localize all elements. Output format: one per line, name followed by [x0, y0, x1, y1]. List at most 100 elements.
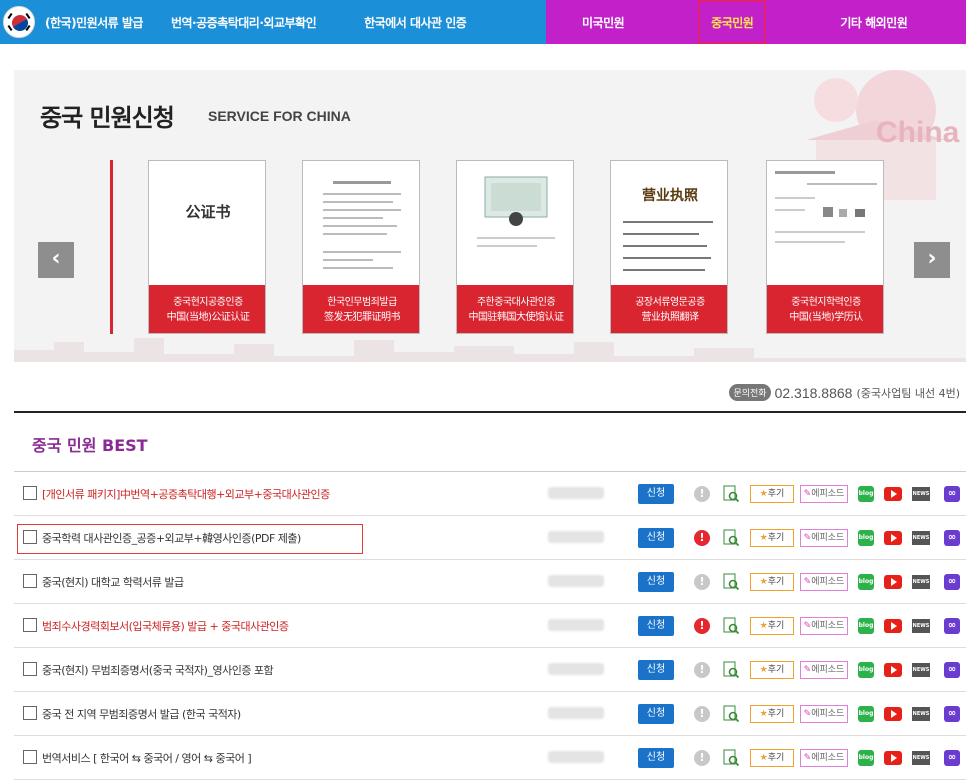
- review-button[interactable]: ★후기: [750, 485, 794, 503]
- link-icon[interactable]: ∞: [944, 530, 960, 546]
- link-icon[interactable]: ∞: [944, 662, 960, 678]
- news-icon[interactable]: NEWS: [912, 707, 930, 721]
- card-caption: 한국인무범죄발급 签发无犯罪证明书: [303, 285, 419, 333]
- carousel-card-education-cert[interactable]: 중국현지학력인증 中国(当地)学历认: [766, 160, 884, 334]
- card-caption-zh: 营业执照翻译: [641, 312, 700, 323]
- blog-icon[interactable]: blog: [858, 662, 874, 678]
- episode-label: 에피소드: [811, 577, 845, 587]
- document-search-icon[interactable]: [722, 617, 740, 635]
- link-icon[interactable]: ∞: [944, 486, 960, 502]
- carousel-card-notary[interactable]: 公证书 중국현지공증인증 中国(当地)公证认证: [148, 160, 266, 334]
- row-checkbox[interactable]: [23, 750, 37, 764]
- carousel-card-criminal-record[interactable]: 한국인무범죄발급 签发无犯罪证明书: [302, 160, 420, 334]
- info-icon[interactable]: !: [694, 662, 710, 678]
- episode-button[interactable]: ✎에피소드: [800, 485, 848, 503]
- nav-item-korea-docs[interactable]: (한국)민원서류 발급: [45, 14, 143, 31]
- apply-button[interactable]: 신청: [638, 616, 674, 636]
- carousel-card-embassy-cert[interactable]: 주한중국대사관인증 中国驻韩国大使馆认证: [456, 160, 574, 334]
- document-search-icon[interactable]: [722, 573, 740, 591]
- row-title[interactable]: 중국(현지) 무범죄증명서(중국 국적자)_영사인증 포함: [42, 662, 274, 678]
- row-checkbox[interactable]: [23, 574, 37, 588]
- row-checkbox[interactable]: [23, 706, 37, 720]
- review-button[interactable]: ★후기: [750, 573, 794, 591]
- carousel-prev-button[interactable]: ‹: [38, 242, 74, 278]
- blog-icon[interactable]: blog: [858, 618, 874, 634]
- row-title[interactable]: 범죄수사경력회보서(입국체류용) 발급 + 중국대사관인증: [42, 618, 289, 634]
- row-checkbox[interactable]: [23, 486, 37, 500]
- carousel-card-business-license[interactable]: 营业执照 공장서류영문공증 营业执照翻译: [610, 160, 728, 334]
- review-label: 후기: [767, 489, 785, 499]
- link-icon[interactable]: ∞: [944, 618, 960, 634]
- document-search-icon[interactable]: [722, 705, 740, 723]
- row-title[interactable]: 중국학력 대사관인증_공증+외교부+韓영사인증(PDF 제출): [42, 530, 301, 546]
- apply-button[interactable]: 신청: [638, 484, 674, 504]
- youtube-icon[interactable]: [884, 751, 902, 765]
- document-search-icon[interactable]: [722, 661, 740, 679]
- blog-icon[interactable]: blog: [858, 750, 874, 766]
- review-button[interactable]: ★후기: [750, 617, 794, 635]
- episode-label: 에피소드: [811, 709, 845, 719]
- episode-button[interactable]: ✎에피소드: [800, 661, 848, 679]
- youtube-icon[interactable]: [884, 575, 902, 589]
- info-icon[interactable]: !: [694, 530, 710, 546]
- link-icon[interactable]: ∞: [944, 574, 960, 590]
- news-icon[interactable]: NEWS: [912, 619, 930, 633]
- row-checkbox[interactable]: [23, 662, 37, 676]
- info-icon[interactable]: !: [694, 750, 710, 766]
- nav-item-other-countries[interactable]: 기타 해외민원: [840, 14, 907, 31]
- row-title[interactable]: [개인서류 패키지]中번역+공증촉탁대행+외교부+중국대사관인증: [42, 486, 330, 502]
- contact-phone[interactable]: 02.318.8868: [775, 385, 853, 401]
- link-icon[interactable]: ∞: [944, 706, 960, 722]
- blog-icon[interactable]: blog: [858, 486, 874, 502]
- review-button[interactable]: ★후기: [750, 749, 794, 767]
- episode-button[interactable]: ✎에피소드: [800, 529, 848, 547]
- row-title[interactable]: 번역서비스 [ 한국어 ⇆ 중국어 / 영어 ⇆ 중국어 ]: [42, 750, 252, 766]
- row-title[interactable]: 중국 전 지역 무범죄증명서 발급 (한국 국적자): [42, 706, 241, 722]
- blog-icon[interactable]: blog: [858, 574, 874, 590]
- review-button[interactable]: ★후기: [750, 529, 794, 547]
- review-label: 후기: [767, 753, 785, 763]
- info-icon[interactable]: !: [694, 486, 710, 502]
- document-search-icon[interactable]: [722, 749, 740, 767]
- nav-item-usa[interactable]: 미국민원: [582, 14, 625, 31]
- news-icon[interactable]: NEWS: [912, 663, 930, 677]
- news-icon[interactable]: NEWS: [912, 487, 930, 501]
- youtube-icon[interactable]: [884, 707, 902, 721]
- price-blurred: [548, 619, 604, 631]
- document-search-icon[interactable]: [722, 485, 740, 503]
- episode-label: 에피소드: [811, 665, 845, 675]
- document-search-icon[interactable]: [722, 529, 740, 547]
- blog-icon[interactable]: blog: [858, 706, 874, 722]
- apply-button[interactable]: 신청: [638, 572, 674, 592]
- review-button[interactable]: ★후기: [750, 705, 794, 723]
- apply-button[interactable]: 신청: [638, 748, 674, 768]
- youtube-icon[interactable]: [884, 531, 902, 545]
- news-icon[interactable]: NEWS: [912, 531, 930, 545]
- row-title[interactable]: 중국(현지) 대학교 학력서류 발급: [42, 574, 184, 590]
- youtube-icon[interactable]: [884, 487, 902, 501]
- review-button[interactable]: ★후기: [750, 661, 794, 679]
- table-row: 범죄수사경력회보서(입국체류용) 발급 + 중국대사관인증 신청! ★후기 ✎에피소드…: [14, 604, 966, 648]
- row-checkbox[interactable]: [23, 618, 37, 632]
- info-icon[interactable]: !: [694, 706, 710, 722]
- episode-button[interactable]: ✎에피소드: [800, 705, 848, 723]
- youtube-icon[interactable]: [884, 619, 902, 633]
- blog-icon[interactable]: blog: [858, 530, 874, 546]
- link-icon[interactable]: ∞: [944, 750, 960, 766]
- news-icon[interactable]: NEWS: [912, 575, 930, 589]
- youtube-icon[interactable]: [884, 663, 902, 677]
- apply-button[interactable]: 신청: [638, 660, 674, 680]
- nav-item-china[interactable]: 중국민원: [698, 0, 767, 44]
- info-icon[interactable]: !: [694, 618, 710, 634]
- info-icon[interactable]: !: [694, 574, 710, 590]
- news-icon[interactable]: NEWS: [912, 751, 930, 765]
- row-checkbox[interactable]: [23, 530, 37, 544]
- episode-button[interactable]: ✎에피소드: [800, 617, 848, 635]
- episode-button[interactable]: ✎에피소드: [800, 573, 848, 591]
- apply-button[interactable]: 신청: [638, 528, 674, 548]
- nav-item-translation[interactable]: 번역·공증촉탁대리·외교부확인: [171, 14, 317, 31]
- nav-item-embassy[interactable]: 한국에서 대사관 인증: [364, 14, 467, 31]
- apply-button[interactable]: 신청: [638, 704, 674, 724]
- episode-button[interactable]: ✎에피소드: [800, 749, 848, 767]
- carousel-next-button[interactable]: ›: [914, 242, 950, 278]
